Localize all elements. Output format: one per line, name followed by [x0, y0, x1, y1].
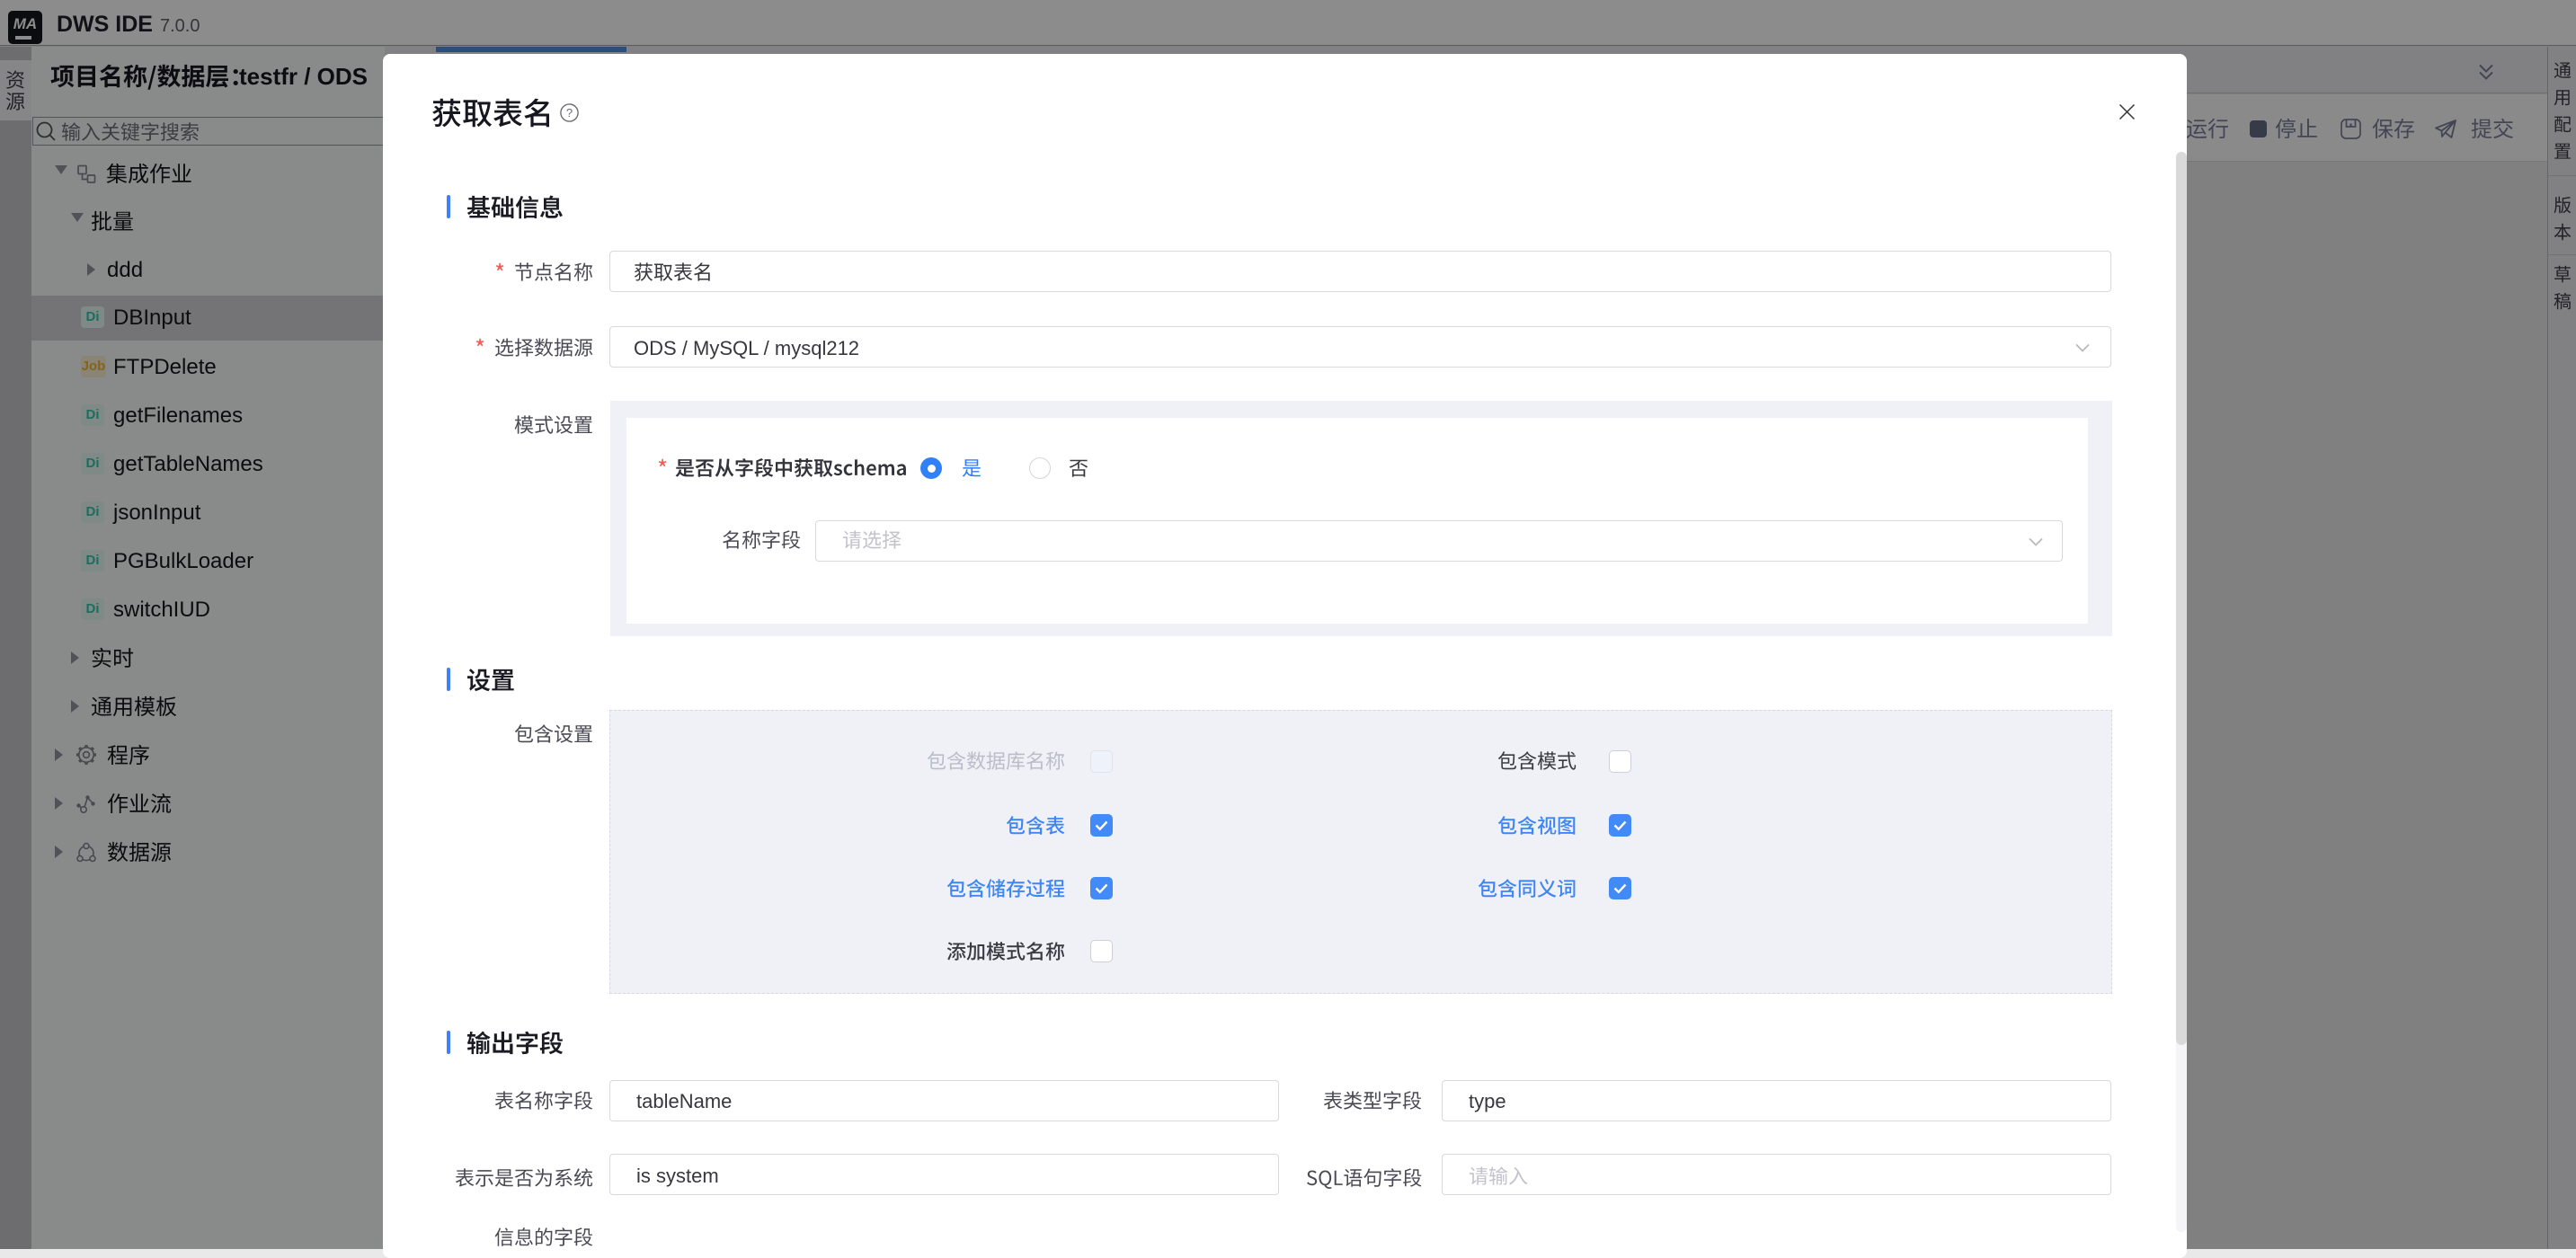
svg-text:?: ? [566, 106, 573, 120]
